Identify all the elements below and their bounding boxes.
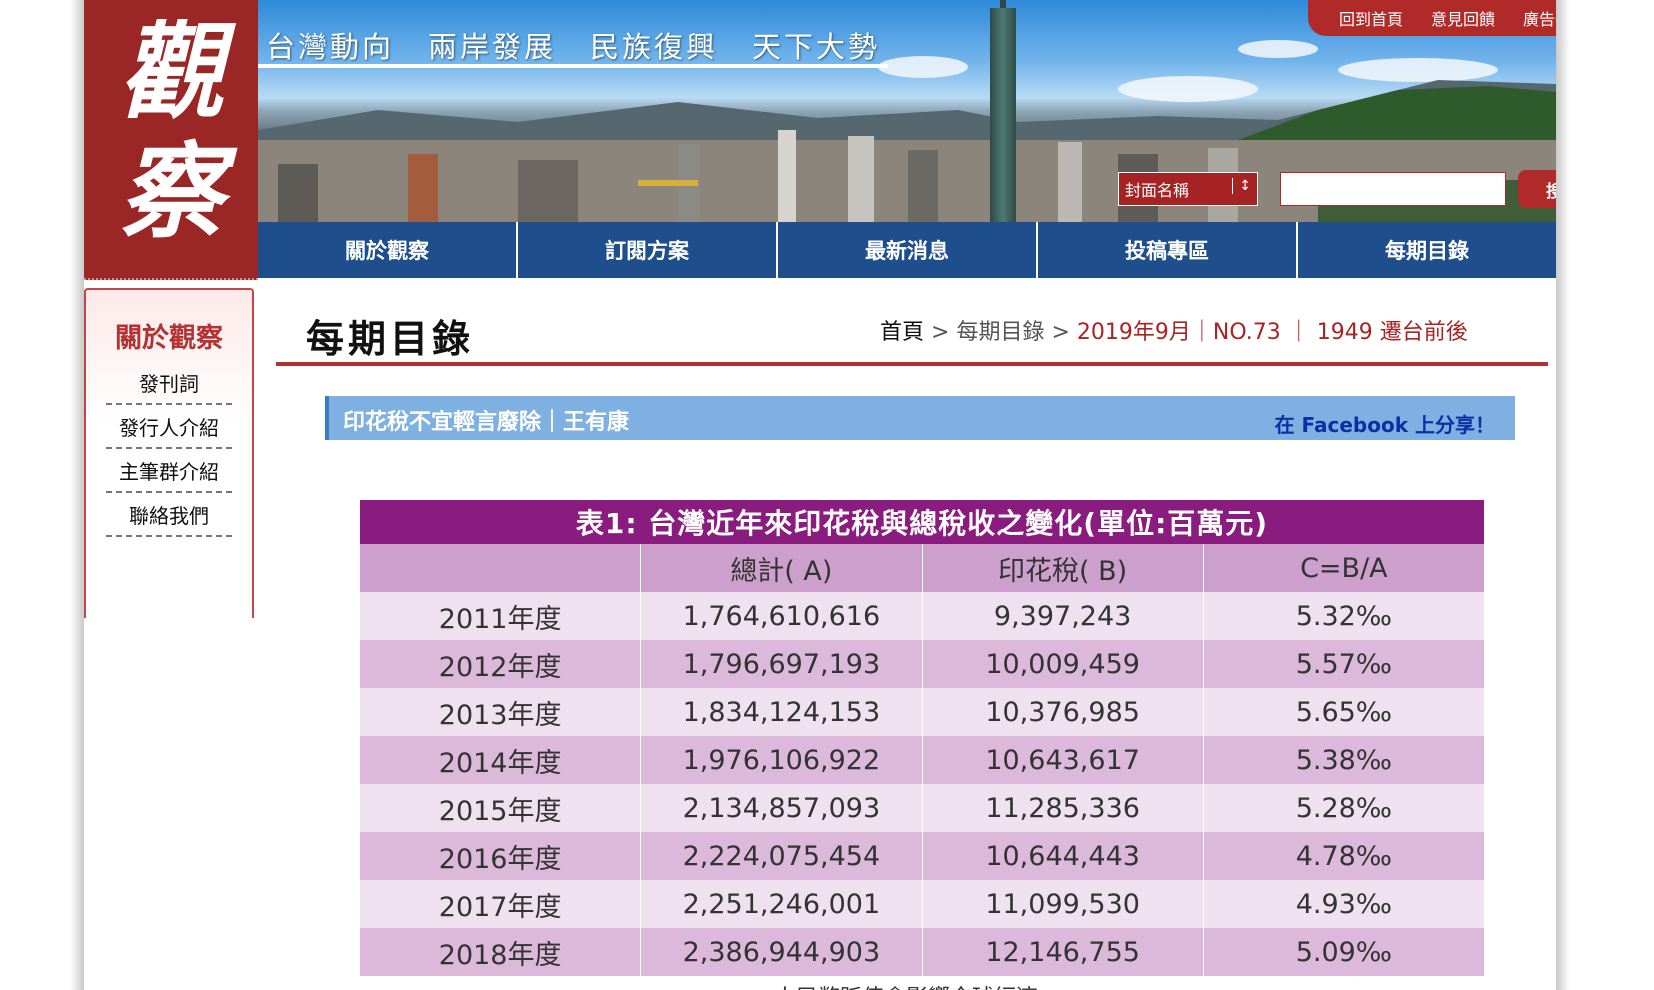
table-cell: 2,386,944,903 [641,928,923,976]
table-cell: 1,834,124,153 [641,688,923,736]
utility-links: 回到首頁 意見回饋 廣告刊登 [1308,0,1556,36]
city-skyline [258,130,1556,222]
table-row: 2013年度 1,834,124,153 10,376,985 5.65‰ [360,688,1484,736]
table-row: 2014年度 1,976,106,922 10,643,617 5.38‰ [360,736,1484,784]
page-shadow-right [1556,0,1570,990]
sidebar-item-contact[interactable]: 聯絡我們 [106,500,232,537]
top-nav-item[interactable]: 天下大勢 [752,24,880,66]
table-cell: 1,796,697,193 [641,640,923,688]
sidebar-item-publisher[interactable]: 發行人介紹 [106,412,232,449]
home-link[interactable]: 回到首頁 [1339,6,1403,30]
feedback-link[interactable]: 意見回饋 [1431,6,1495,30]
table-cell: 9,397,243 [923,592,1204,640]
breadcrumb-sep: > [1051,320,1070,345]
sidebar-item-foreword[interactable]: 發刊詞 [106,368,232,405]
table-row: 2018年度 2,386,944,903 12,146,755 5.09‰ [360,928,1484,976]
nav-news[interactable]: 最新消息 [778,222,1038,278]
article-title: 印花稅不宜輕言廢除｜王有康 [343,410,630,435]
nav-subscribe[interactable]: 訂閱方案 [518,222,778,278]
select-arrows-icon: ↕ [1232,178,1251,194]
title-rule [276,362,1548,366]
table-cell: 2018年度 [360,928,642,976]
table-header-cell: C=B/A [1300,552,1388,584]
table-cell: 12,146,755 [923,928,1204,976]
table-cell: 10,643,617 [923,736,1204,784]
top-nav-item[interactable]: 台灣動向 [266,24,394,66]
sidebar-title: 關於觀察 [115,323,223,354]
breadcrumb: 首頁 > 每期目錄 > 2019年9月｜NO.73 ｜ 1949 遷台前後 [880,314,1468,346]
advertise-link[interactable]: 廣告刊登 [1523,6,1556,30]
table-cell: 2013年度 [360,688,642,736]
table-row: 2017年度 2,251,246,001 11,099,530 4.93‰ [360,880,1484,928]
top-nav: 台灣動向 兩岸發展 民族復興 天下大勢 [266,24,914,66]
table-cell: 11,285,336 [923,784,1204,832]
search-type-value: 封面名稱 [1125,181,1190,200]
nav-about[interactable]: 關於觀察 [258,222,518,278]
table-cell: 2,251,246,001 [641,880,923,928]
page-title: 每期目錄 [306,317,475,361]
table-header-cell: 印花稅( B) [923,544,1204,592]
breadcrumb-divider: ｜ [1287,320,1310,345]
table-header-row: 總計( A) 印花稅( B) C=B/A [360,544,1484,592]
cloud [1338,58,1498,82]
search-button[interactable]: 搜尋 [1518,170,1556,208]
breadcrumb-topic: 1949 遷台前後 [1316,320,1468,345]
table-cell: 10,009,459 [923,640,1204,688]
nav-issues[interactable]: 每期目錄 [1298,222,1556,278]
table-header-cell [360,544,642,592]
table-caption: 人民幣貶值會影響全球經濟。 [774,980,1060,990]
table-cell: 2,224,075,454 [641,832,923,880]
table-cell: 2012年度 [360,640,642,688]
table-row: 2011年度 1,764,610,616 9,397,243 5.32‰ [360,592,1484,640]
table-row: 2015年度 2,134,857,093 11,285,336 5.28‰ [360,784,1484,832]
table-row: 2012年度 1,796,697,193 10,009,459 5.57‰ [360,640,1484,688]
cloud [1238,40,1318,58]
table-cell: 1,976,106,922 [641,736,923,784]
table-row: 2016年度 2,224,075,454 10,644,443 4.78‰ [360,832,1484,880]
search-input[interactable] [1280,172,1506,206]
table-cell: 5.57‰ [1295,648,1393,680]
breadcrumb-home[interactable]: 首頁 [880,320,924,345]
table-cell: 1,764,610,616 [641,592,923,640]
table-cell: 4.78‰ [1295,840,1393,872]
table-cell: 10,376,985 [923,688,1204,736]
table-cell: 10,644,443 [923,832,1204,880]
table-cell: 2017年度 [360,880,642,928]
top-nav-underline [258,64,888,68]
nav-submissions[interactable]: 投稿專區 [1038,222,1298,278]
stamp-tax-table: 表1: 台灣近年來印花稅與總稅收之變化(單位:百萬元) 總計( A) 印花稅( … [360,500,1484,976]
logo-char-2: 察 [118,130,223,253]
logo-char-1: 觀 [118,10,223,133]
search-type-select[interactable]: 封面名稱 ↕ [1118,172,1258,206]
table-header-cell: 總計( A) [641,544,923,592]
table-cell: 11,099,530 [923,880,1204,928]
table-cell: 2016年度 [360,832,642,880]
breadcrumb-issue[interactable]: 2019年9月｜NO.73 [1077,320,1281,345]
table-cell: 2015年度 [360,784,642,832]
page: 觀 察 台灣動向 兩岸發展 民族復興 天下大勢 回到首頁 意見回饋 廣告 封面名… [84,0,1556,990]
main-nav: 關於觀察 訂閱方案 最新消息 投稿專區 每期目錄 [258,222,1556,278]
table-cell: 2011年度 [360,592,642,640]
top-nav-item[interactable]: 民族復興 [590,24,718,66]
page-shadow-left [70,0,84,990]
table-cell: 5.38‰ [1295,744,1393,776]
breadcrumb-sep: > [931,320,950,345]
table-cell: 5.28‰ [1295,792,1393,824]
sidebar-item-editors[interactable]: 主筆群介紹 [106,456,232,493]
table-cell: 2014年度 [360,736,642,784]
taipei-101-tower [990,8,1016,222]
table-cell: 5.32‰ [1295,600,1393,632]
table-cell: 5.65‰ [1295,696,1393,728]
breadcrumb-section[interactable]: 每期目錄 [956,320,1044,345]
table-cell: 5.09‰ [1295,936,1393,968]
sidebar: 關於觀察 發刊詞 發行人介紹 主筆群介紹 聯絡我們 [84,288,254,618]
table-cell: 4.93‰ [1295,888,1393,920]
top-nav-item[interactable]: 兩岸發展 [428,24,556,66]
site-logo[interactable]: 觀 察 [84,0,258,280]
article-header: 印花稅不宜輕言廢除｜王有康 在 Facebook 上分享！ [325,396,1515,440]
table-title: 表1: 台灣近年來印花稅與總稅收之變化(單位:百萬元) [360,500,1484,544]
table-cell: 2,134,857,093 [641,784,923,832]
facebook-share-link[interactable]: 在 Facebook 上分享！ [1275,409,1495,438]
